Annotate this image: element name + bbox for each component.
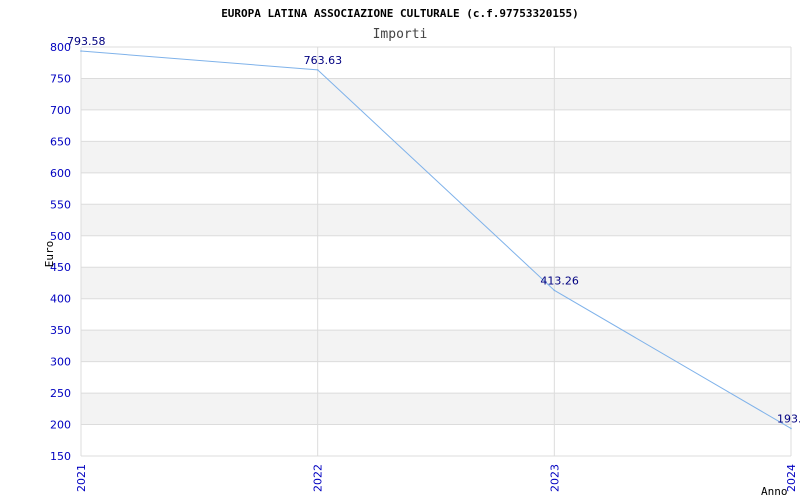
data-label: 763.63 [304,54,343,67]
grid-band [81,298,791,331]
x-tick-label: 2023 [548,464,561,492]
y-tick-label: 250 [50,387,71,400]
data-point [790,427,792,430]
grid-band [81,330,791,362]
y-tick-label: 300 [50,356,71,369]
data-label: 793.58 [67,35,106,48]
y-tick-label: 700 [50,104,71,117]
data-point [80,50,82,52]
grid-band [81,204,791,236]
grid-band [81,172,791,205]
grid-band [81,47,791,79]
y-tick-label: 150 [50,450,71,463]
y-tick-label: 200 [50,419,71,432]
data-label: 193.73 [777,412,800,425]
line-chart: EUROPA LATINA ASSOCIAZIONE CULTURALE (c.… [43,7,800,498]
chart-subtitle: Importi [373,27,428,42]
grid-band [81,424,791,456]
grid-band [81,393,791,425]
data-label: 413.26 [540,274,579,287]
grid-band [81,235,791,268]
x-axis-label: Anno [761,485,788,498]
grid-band [81,109,791,142]
x-tick-label: 2021 [75,464,88,492]
y-tick-label: 650 [50,135,71,148]
y-tick-label: 600 [50,167,71,180]
y-tick-label: 550 [50,198,71,211]
data-point [553,289,556,292]
grid-band [81,267,791,299]
y-axis-label: Euro [43,241,56,268]
chart-title: EUROPA LATINA ASSOCIAZIONE CULTURALE (c.… [221,7,579,20]
y-tick-label: 350 [50,324,71,337]
x-axis-ticks: 2021 2022 2023 2024 [75,464,798,492]
y-tick-label: 750 [50,72,71,85]
plot-background [80,46,792,457]
y-tick-label: 400 [50,293,71,306]
grid-band [81,141,791,173]
data-point [316,69,319,71]
x-tick-label: 2022 [312,464,325,492]
grid-band [81,78,791,110]
